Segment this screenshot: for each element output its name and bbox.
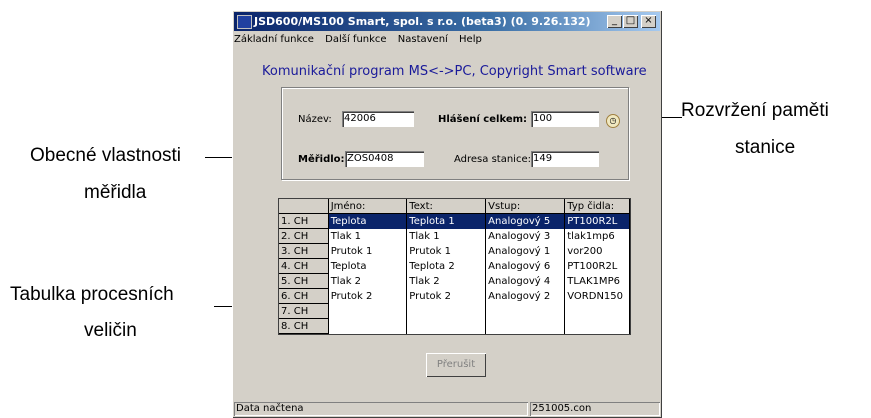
cell-text[interactable]: Prutok 1	[406, 243, 487, 259]
hlaseni-field[interactable]: 100	[531, 111, 599, 127]
window-title: JSD600/MS100 Smart, spol. s r.o. (beta3)…	[254, 15, 591, 28]
annotation-rozvrzeni-line2: stanice	[735, 137, 796, 158]
cell-vstup[interactable]	[485, 303, 566, 319]
col-header-typ-cidla[interactable]: Typ čidla:	[564, 199, 630, 214]
cell-vstup[interactable]: Analogový 6	[485, 258, 566, 274]
cell-vstup[interactable]: Analogový 2	[485, 288, 566, 304]
meridlo-field[interactable]: ZOS0408	[345, 151, 424, 167]
app-icon[interactable]	[237, 15, 252, 29]
cell-typ-cidla[interactable]: vor200	[564, 243, 630, 259]
cell-typ-cidla[interactable]: PT100R2L	[564, 258, 630, 274]
program-heading: Komunikační program MS<->PC, Copyright S…	[262, 64, 647, 79]
arrow-line-rozvrzeni	[660, 117, 682, 118]
cell-text[interactable]	[406, 303, 487, 319]
cell-text[interactable]: Tlak 2	[406, 273, 487, 289]
cell-jmeno[interactable]	[328, 303, 408, 319]
row-header[interactable]: 7. CH	[279, 303, 329, 319]
menu-dalsi-funkce[interactable]: Další funkce	[325, 34, 386, 45]
cell-jmeno[interactable]: Prutok 2	[328, 288, 408, 304]
menu-nastaveni[interactable]: Nastavení	[398, 34, 448, 45]
row-header[interactable]: 6. CH	[279, 288, 329, 304]
annotation-rozvrzeni-line1: Rozvržení paměti	[681, 100, 829, 121]
row-header[interactable]: 4. CH	[279, 258, 329, 274]
cell-typ-cidla[interactable]: TLAK1MP6	[564, 273, 630, 289]
annotation-tabulka-line1: Tabulka procesních	[10, 284, 174, 305]
table-row[interactable]: 4. CH Teplota Teplota 2 Analogový 6 PT10…	[279, 258, 630, 274]
hlaseni-label: Hlášení celkem:	[438, 114, 528, 125]
row-header[interactable]: 3. CH	[279, 243, 329, 259]
col-header-jmeno[interactable]: Jméno:	[328, 199, 408, 214]
cell-typ-cidla[interactable]	[564, 303, 630, 319]
cell-text[interactable]: Teplota 2	[406, 258, 487, 274]
cell-text[interactable]	[406, 318, 487, 334]
table-row[interactable]: 3. CH Prutok 1 Prutok 1 Analogový 1 vor2…	[279, 243, 630, 259]
annotation-obecne-line1: Obecné vlastnosti	[30, 145, 182, 166]
cell-typ-cidla[interactable]: VORDN150	[564, 288, 630, 304]
row-header[interactable]: 5. CH	[279, 273, 329, 289]
table-row[interactable]: 7. CH	[279, 303, 630, 319]
col-header-text[interactable]: Text:	[406, 199, 487, 214]
cell-text[interactable]: Tlak 1	[406, 228, 487, 244]
table-row[interactable]: 8. CH	[279, 318, 630, 334]
col-header-vstup[interactable]: Vstup:	[485, 199, 566, 214]
nazev-label: Název:	[298, 114, 332, 125]
cell-vstup[interactable]: Analogový 1	[485, 243, 566, 259]
maximize-button[interactable]: □	[623, 15, 638, 28]
table-row[interactable]: 6. CH Prutok 2 Prutok 2 Analogový 2 VORD…	[279, 288, 630, 304]
adresa-label: Adresa stanice:	[454, 154, 531, 165]
table-row[interactable]: 5. CH Tlak 2 Tlak 2 Analogový 4 TLAK1MP6	[279, 273, 630, 289]
row-header[interactable]: 2. CH	[279, 228, 329, 244]
adresa-field[interactable]: 149	[531, 151, 599, 167]
cell-vstup[interactable]	[485, 318, 566, 334]
annotation-tabulka-line2: veličin	[84, 320, 137, 341]
memory-layout-clock-icon[interactable]: ◷	[606, 114, 620, 128]
cell-jmeno[interactable]: Tlak 1	[328, 228, 408, 244]
cell-vstup[interactable]: Analogový 5	[485, 213, 566, 229]
cell-text[interactable]: Prutok 2	[406, 288, 487, 304]
cell-jmeno[interactable]: Teplota	[328, 213, 408, 229]
table-corner	[279, 199, 329, 214]
nazev-field[interactable]: 42006	[342, 111, 414, 127]
cell-typ-cidla[interactable]: tlak1mp6	[564, 228, 630, 244]
cell-typ-cidla[interactable]	[564, 318, 630, 334]
cell-jmeno[interactable]: Tlak 2	[328, 273, 408, 289]
cell-typ-cidla[interactable]: PT100R2L	[564, 213, 630, 229]
table-row[interactable]: 1. CH Teplota Teplota 1 Analogový 5 PT10…	[279, 213, 630, 229]
table-row[interactable]: 2. CH Tlak 1 Tlak 1 Analogový 3 tlak1mp6	[279, 228, 630, 244]
prerusit-button[interactable]: Přerušit	[426, 353, 486, 377]
cell-vstup[interactable]: Analogový 4	[485, 273, 566, 289]
row-header[interactable]: 1. CH	[279, 213, 329, 229]
status-left: Data načtena	[234, 402, 528, 416]
status-right: 251005.con	[530, 402, 660, 416]
app-window: JSD600/MS100 Smart, spol. s r.o. (beta3)…	[232, 10, 662, 418]
meridlo-label: Měřidlo:	[298, 154, 345, 165]
minimize-button[interactable]: _	[607, 15, 622, 28]
menu-help[interactable]: Help	[459, 34, 482, 45]
annotation-obecne-line2: měřidla	[84, 182, 147, 203]
row-header[interactable]: 8. CH	[279, 318, 329, 334]
cell-jmeno[interactable]: Prutok 1	[328, 243, 408, 259]
cell-jmeno[interactable]	[328, 318, 408, 334]
close-button[interactable]: ×	[641, 15, 656, 28]
cell-jmeno[interactable]: Teplota	[328, 258, 408, 274]
process-quantities-table: Jméno: Text: Vstup: Typ čidla: 1. CH Tep…	[278, 198, 631, 335]
menu-zakladni-funkce[interactable]: Základní funkce	[234, 34, 314, 45]
cell-text[interactable]: Teplota 1	[406, 213, 487, 229]
menu-bar: Základní funkce Další funkce Nastavení H…	[234, 34, 490, 50]
cell-vstup[interactable]: Analogový 3	[485, 228, 566, 244]
title-bar[interactable]: JSD600/MS100 Smart, spol. s r.o. (beta3)…	[234, 12, 660, 31]
